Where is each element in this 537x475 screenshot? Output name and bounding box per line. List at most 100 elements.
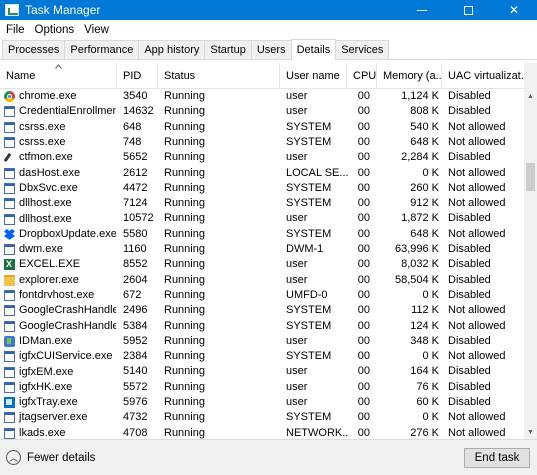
table-row[interactable]: lkads.exe 4708 Running NETWORK... 00 276 K Not… xyxy=(0,426,524,439)
process-name-cell: dasHost.exe xyxy=(4,166,116,181)
cpu-cell: 00 xyxy=(357,166,370,179)
maximize-button[interactable] xyxy=(445,0,491,20)
app-icon xyxy=(4,305,15,317)
fewer-details-button[interactable]: ︿ Fewer details xyxy=(6,450,95,465)
uac-cell: Not allowed xyxy=(448,120,506,133)
pid-cell: 5140 xyxy=(123,365,148,378)
process-name: EXCEL.EXE xyxy=(19,258,81,271)
status-cell: Running xyxy=(164,380,205,393)
minimize-icon xyxy=(417,9,427,11)
scroll-up-icon[interactable]: ▲ xyxy=(524,90,537,103)
pid-cell: 14632 xyxy=(123,105,154,118)
cpu-cell: 00 xyxy=(357,197,370,210)
process-name: lkads.exe xyxy=(19,426,66,439)
process-name-cell: ctfmon.exe xyxy=(4,150,116,165)
memory-cell: 63,996 K xyxy=(394,243,439,255)
table-row[interactable]: GoogleCrashHandler... 5384 Running SYSTEM 00… xyxy=(0,319,524,334)
tab-performance[interactable]: Performance xyxy=(64,40,140,59)
tab-services[interactable]: Services xyxy=(335,40,390,59)
status-cell: Running xyxy=(164,258,205,271)
table-row[interactable]: IDMan.exe 5952 Running user 00 348 K Disabled xyxy=(0,334,524,349)
window-title: Task Manager xyxy=(25,3,101,17)
end-task-button[interactable]: End task xyxy=(464,448,530,468)
memory-cell: 648 K xyxy=(410,135,439,148)
uac-cell: Not allowed xyxy=(448,166,506,179)
tab-users[interactable]: Users xyxy=(250,40,292,59)
status-cell: Running xyxy=(164,105,205,118)
cpu-cell: 00 xyxy=(357,304,370,317)
process-name: DbxSvc.exe xyxy=(19,181,78,194)
tab-processes[interactable]: Processes xyxy=(2,40,66,59)
scrollbar-thumb[interactable] xyxy=(526,163,535,191)
table-row[interactable]: chrome.exe 3540 Running user 00 1,124 K Disabl… xyxy=(0,89,524,104)
table-row[interactable]: ctfmon.exe 5652 Running user 00 2,284 K Disabl… xyxy=(0,150,524,165)
table-row[interactable]: GoogleCrashHandler... 2496 Running SYSTEM 00… xyxy=(0,303,524,318)
close-icon: ✕ xyxy=(508,3,520,17)
uac-cell: Not allowed xyxy=(448,304,506,317)
table-row[interactable]: dllhost.exe 7124 Running SYSTEM 00 912 K Not a… xyxy=(0,196,524,211)
scroll-down-icon[interactable]: ▼ xyxy=(524,426,537,439)
folder-icon xyxy=(4,274,15,286)
tab-app-history[interactable]: App history xyxy=(138,40,206,59)
column-header-name[interactable]: Name xyxy=(0,63,117,89)
app-icon xyxy=(4,351,15,363)
table-row[interactable]: igfxHK.exe 5572 Running user 00 76 K Disabled xyxy=(0,380,524,395)
uac-cell: Disabled xyxy=(448,334,491,347)
details-table: Name PID Status User name CPU Memory (a.… xyxy=(0,63,537,439)
cpu-cell: 00 xyxy=(357,396,370,408)
cpu-cell: 00 xyxy=(357,258,370,271)
app-icon xyxy=(4,320,15,332)
process-name-cell: IDMan.exe xyxy=(4,334,116,349)
status-cell: Running xyxy=(164,273,205,286)
process-name: jtagserver.exe xyxy=(19,411,88,424)
table-row[interactable]: dllhost.exe 10572 Running user 00 1,872 K Disa… xyxy=(0,211,524,226)
pid-cell: 10572 xyxy=(123,212,154,225)
pid-cell: 1160 xyxy=(123,243,147,255)
tab-details[interactable]: Details xyxy=(290,39,337,60)
table-row[interactable]: explorer.exe 2604 Running user 00 58,504 K Dis… xyxy=(0,273,524,288)
minimize-button[interactable] xyxy=(399,0,445,20)
process-name-cell: csrss.exe xyxy=(4,120,116,135)
memory-cell: 2,284 K xyxy=(401,151,439,164)
table-row[interactable]: CredentialEnrollmen... 14632 Running user 00… xyxy=(0,104,524,119)
column-header-pid[interactable]: PID xyxy=(117,63,158,89)
table-row[interactable]: DbxSvc.exe 4472 Running SYSTEM 00 260 K Not al… xyxy=(0,181,524,196)
table-row[interactable]: dasHost.exe 2612 Running LOCAL SE... 00 0 K No… xyxy=(0,166,524,181)
table-row[interactable]: DropboxUpdate.exe 5580 Running SYSTEM 00 648 … xyxy=(0,227,524,242)
table-row[interactable]: jtagserver.exe 4732 Running SYSTEM 00 0 K Not … xyxy=(0,410,524,425)
column-header-uac[interactable]: UAC virtualizat... xyxy=(442,63,524,89)
table-header: Name PID Status User name CPU Memory (a.… xyxy=(0,63,524,89)
process-name-cell: DropboxUpdate.exe xyxy=(4,227,116,242)
table-row[interactable]: csrss.exe 648 Running SYSTEM 00 540 K Not allo… xyxy=(0,120,524,135)
vertical-scrollbar[interactable]: ▲ ▼ xyxy=(524,63,537,439)
column-header-user-name[interactable]: User name xyxy=(280,63,347,89)
table-row[interactable]: csrss.exe 748 Running SYSTEM 00 648 K Not allo… xyxy=(0,135,524,150)
menu-view[interactable]: View xyxy=(79,24,114,36)
column-header-memory[interactable]: Memory (a... xyxy=(377,63,442,89)
process-name-cell: lkads.exe xyxy=(4,426,116,439)
table-row[interactable]: igfxCUIService.exe 2384 Running SYSTEM 00 0 K… xyxy=(0,349,524,364)
table-row[interactable]: igfxTray.exe 5976 Running user 00 60 K Disable… xyxy=(0,395,524,410)
status-cell: Running xyxy=(164,197,205,210)
column-header-status[interactable]: Status xyxy=(158,63,280,89)
table-row[interactable]: dwm.exe 1160 Running DWM-1 00 63,996 K Disable… xyxy=(0,242,524,257)
table-row[interactable]: EXCEL.EXE 8552 Running user 00 8,032 K Disable… xyxy=(0,257,524,272)
table-row[interactable]: fontdrvhost.exe 672 Running UMFD-0 00 0 K Disa… xyxy=(0,288,524,303)
process-name: chrome.exe xyxy=(19,90,77,103)
process-name-cell: DbxSvc.exe xyxy=(4,181,116,196)
excel-icon xyxy=(4,257,15,272)
menu-file[interactable]: File xyxy=(0,24,30,36)
tab-startup[interactable]: Startup xyxy=(204,40,252,59)
memory-cell: 164 K xyxy=(410,365,439,378)
menu-options[interactable]: Options xyxy=(30,24,80,36)
uac-cell: Not allowed xyxy=(448,319,506,332)
cpu-cell: 00 xyxy=(357,380,370,393)
column-header-cpu[interactable]: CPU xyxy=(347,63,377,89)
pid-cell: 5572 xyxy=(123,380,148,393)
process-name-cell: GoogleCrashHandler... xyxy=(4,303,116,318)
close-button[interactable]: ✕ xyxy=(491,0,537,20)
status-cell: Running xyxy=(164,166,205,179)
process-name: DropboxUpdate.exe xyxy=(19,227,116,240)
table-row[interactable]: igfxEM.exe 5140 Running user 00 164 K Disabled xyxy=(0,364,524,379)
memory-cell: 0 K xyxy=(422,350,439,363)
